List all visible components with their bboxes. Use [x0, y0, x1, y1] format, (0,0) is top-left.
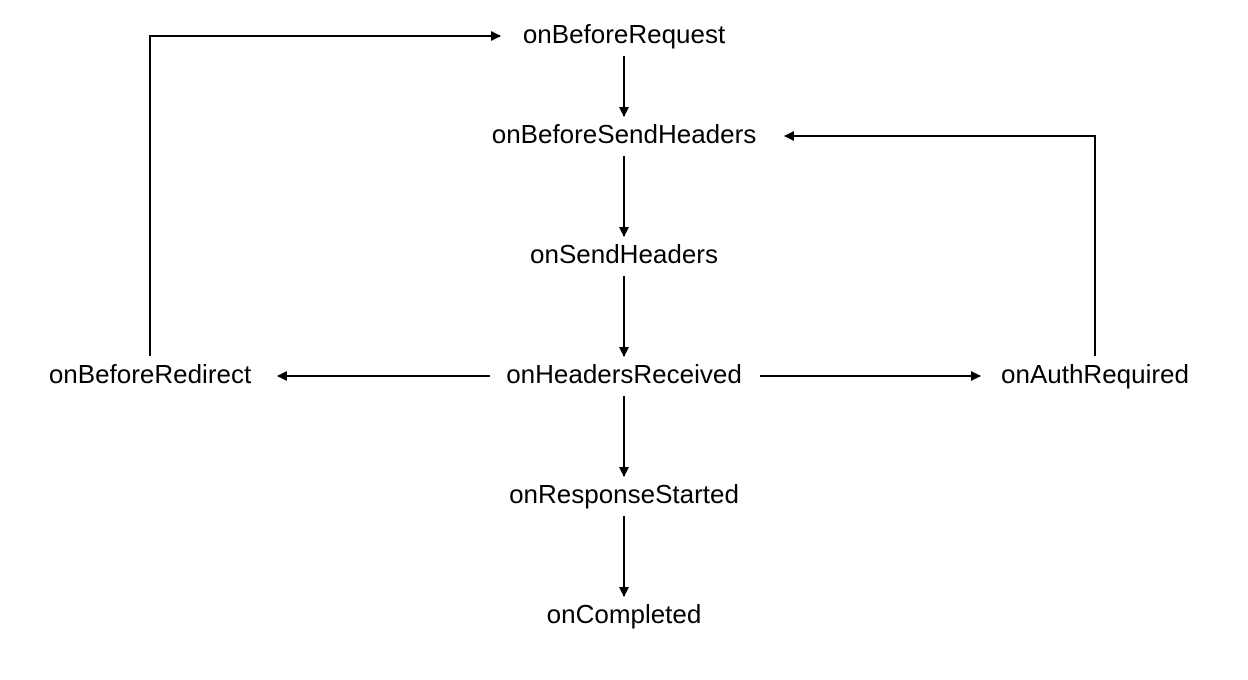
node-on-auth-required: onAuthRequired [1001, 359, 1189, 389]
node-on-send-headers: onSendHeaders [530, 239, 718, 269]
node-on-before-request: onBeforeRequest [523, 19, 726, 49]
node-on-headers-received: onHeadersReceived [506, 359, 742, 389]
lifecycle-diagram: onBeforeRequest onBeforeSendHeaders onSe… [0, 0, 1248, 680]
node-on-before-send-headers: onBeforeSendHeaders [492, 119, 757, 149]
edge-auth-required-to-before-send-headers [785, 136, 1095, 356]
node-on-before-redirect: onBeforeRedirect [49, 359, 252, 389]
node-on-response-started: onResponseStarted [509, 479, 739, 509]
node-on-completed: onCompleted [547, 599, 702, 629]
edge-before-redirect-to-before-request [150, 36, 500, 356]
